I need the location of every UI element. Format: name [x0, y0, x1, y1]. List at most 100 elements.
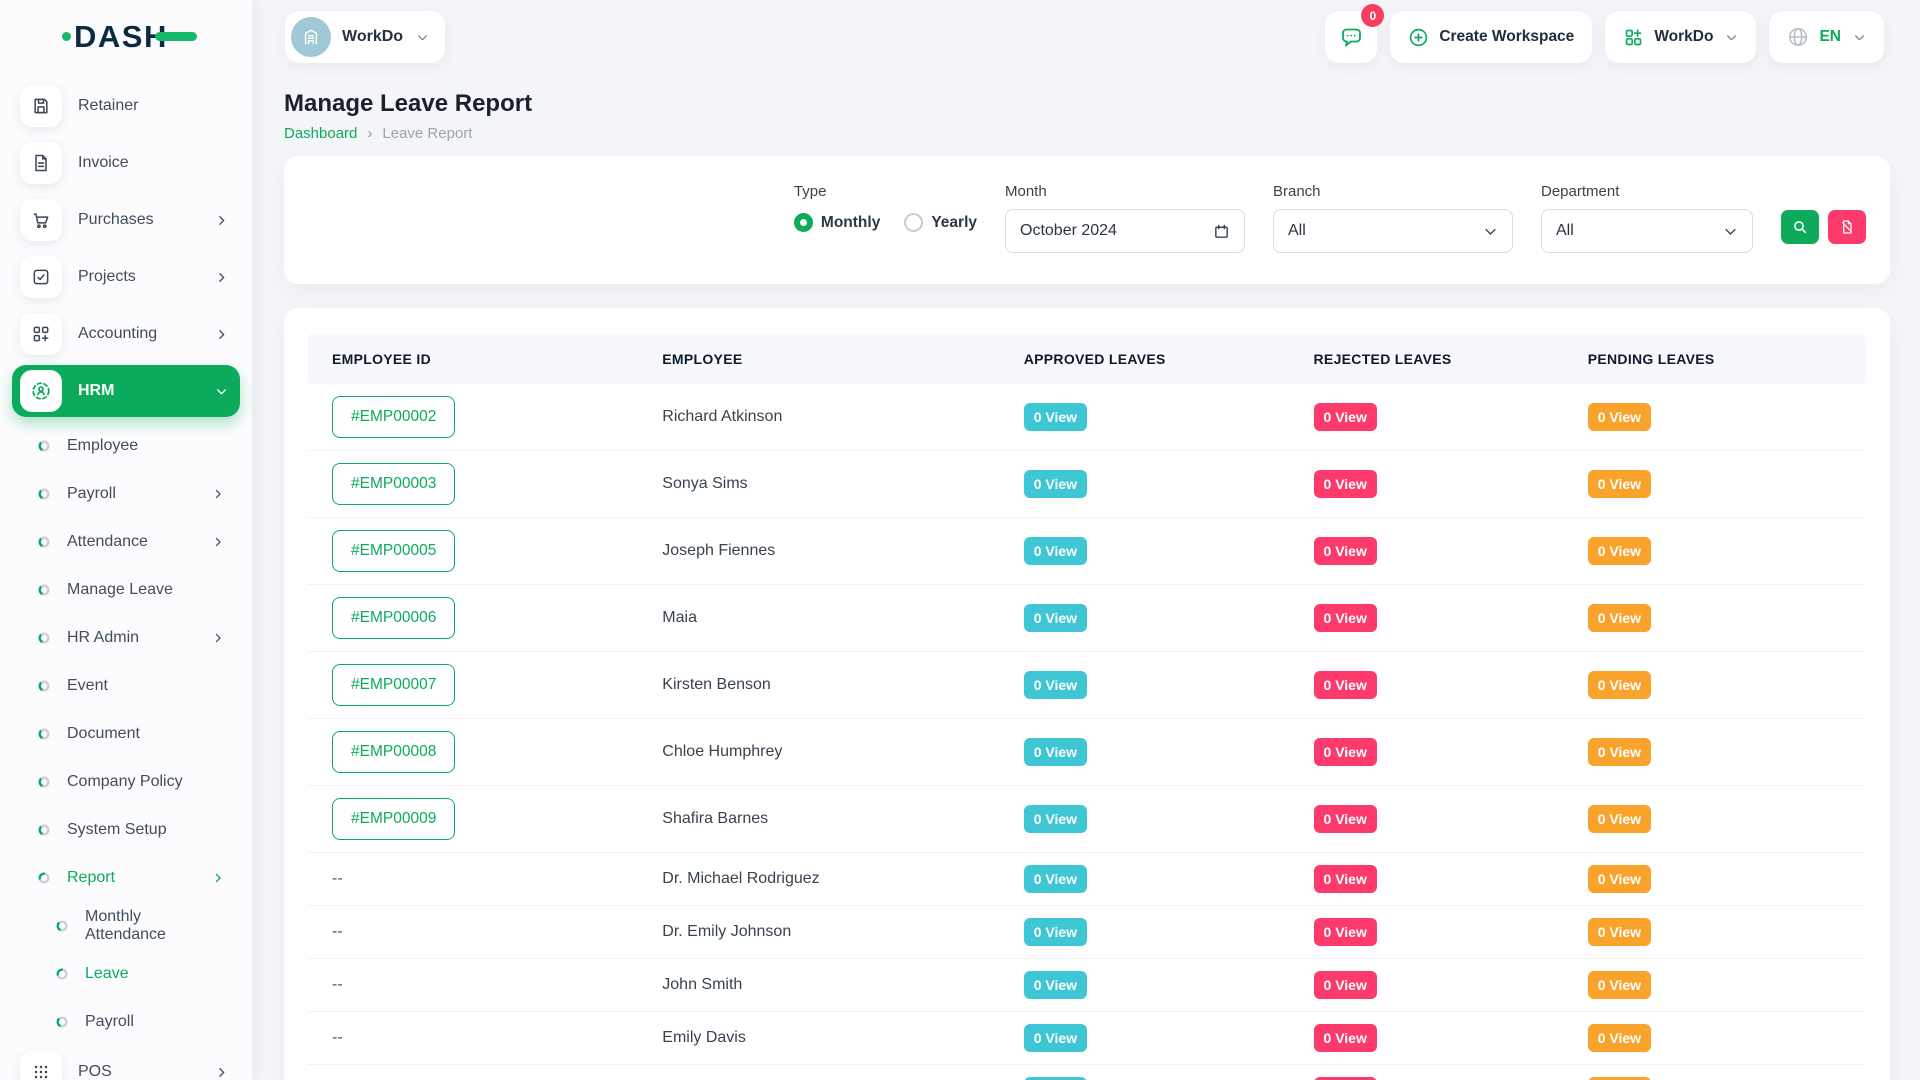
- breadcrumb-dashboard-link[interactable]: Dashboard: [284, 125, 357, 142]
- sidebar-item-report[interactable]: Report: [12, 854, 240, 902]
- workspace-chip[interactable]: WorkDo: [285, 11, 445, 63]
- approved-leaves-view-button[interactable]: 0 View: [1024, 470, 1087, 498]
- approved-leaves-view-button[interactable]: 0 View: [1024, 805, 1087, 833]
- leave-report-table-card: EMPLOYEE ID EMPLOYEE APPROVED LEAVES REJ…: [284, 308, 1890, 1080]
- sidebar-item-purchases[interactable]: Purchases: [12, 194, 240, 246]
- approved-leaves-view-button[interactable]: 0 View: [1024, 403, 1087, 431]
- sidebar-item-payroll[interactable]: Payroll: [12, 470, 240, 518]
- approved-leaves-view-button[interactable]: 0 View: [1024, 604, 1087, 632]
- rejected-leaves-view-button[interactable]: 0 View: [1314, 604, 1377, 632]
- sidebar-item-attendance[interactable]: Attendance: [12, 518, 240, 566]
- pending-leaves-view-button[interactable]: 0 View: [1588, 537, 1651, 565]
- table-row: -- James Brown 0 View 0 View 0 View: [308, 1065, 1866, 1080]
- approved-leaves-view-button[interactable]: 0 View: [1024, 865, 1087, 893]
- pending-leaves-view-button[interactable]: 0 View: [1588, 805, 1651, 833]
- approved-leaves-view-button[interactable]: 0 View: [1024, 671, 1087, 699]
- sidebar-item-document[interactable]: Document: [12, 710, 240, 758]
- reset-filter-button[interactable]: [1828, 210, 1866, 244]
- sidebar-item-hrm[interactable]: HRM: [12, 365, 240, 417]
- month-filter: Month October 2024: [1005, 183, 1245, 253]
- rejected-leaves-view-button[interactable]: 0 View: [1314, 918, 1377, 946]
- filter-panel: Type Monthly Yearly Month October 2024 B…: [284, 156, 1890, 284]
- sidebar-item-retainer[interactable]: Retainer: [12, 80, 240, 132]
- approved-leaves-view-button[interactable]: 0 View: [1024, 738, 1087, 766]
- rejected-leaves-view-button[interactable]: 0 View: [1314, 738, 1377, 766]
- department-value: All: [1556, 222, 1574, 240]
- sidebar-item-system-setup[interactable]: System Setup: [12, 806, 240, 854]
- pending-leaves-view-button[interactable]: 0 View: [1588, 971, 1651, 999]
- hrm-user-icon: [20, 370, 62, 412]
- rejected-leaves-view-button[interactable]: 0 View: [1314, 805, 1377, 833]
- sidebar-item-monthly-attendance[interactable]: Monthly Attendance: [12, 902, 240, 950]
- sidebar-item-label: Report: [67, 869, 115, 887]
- sidebar-item-employee[interactable]: Employee: [12, 422, 240, 470]
- chevron-down-icon: [215, 385, 228, 398]
- app-logo[interactable]: DASH: [0, 0, 252, 72]
- bullet-icon: [38, 632, 50, 644]
- bullet-icon: [38, 488, 50, 500]
- rejected-leaves-view-button[interactable]: 0 View: [1314, 537, 1377, 565]
- employee-id-button[interactable]: #EMP00007: [332, 664, 455, 706]
- department-select[interactable]: All: [1541, 209, 1753, 253]
- pending-leaves-view-button[interactable]: 0 View: [1588, 1024, 1651, 1052]
- bullet-icon: [38, 824, 50, 836]
- branch-select[interactable]: All: [1273, 209, 1513, 253]
- chevron-right-icon: [215, 328, 228, 341]
- employee-id-button[interactable]: #EMP00003: [332, 463, 455, 505]
- pending-leaves-view-button[interactable]: 0 View: [1588, 470, 1651, 498]
- sidebar-item-projects[interactable]: Projects: [12, 251, 240, 303]
- sidebar-item-manage-leave[interactable]: Manage Leave: [12, 566, 240, 614]
- employee-id-button[interactable]: #EMP00008: [332, 731, 455, 773]
- workspace-name: WorkDo: [342, 28, 403, 46]
- retainer-icon: [20, 85, 62, 127]
- radio-monthly[interactable]: Monthly: [794, 213, 880, 232]
- sidebar-item-pos[interactable]: POS: [12, 1046, 240, 1080]
- calendar-icon: [1213, 223, 1230, 240]
- create-workspace-button[interactable]: Create Workspace: [1390, 11, 1592, 63]
- pending-leaves-view-button[interactable]: 0 View: [1588, 671, 1651, 699]
- employee-id-button[interactable]: #EMP00002: [332, 396, 455, 438]
- rejected-leaves-view-button[interactable]: 0 View: [1314, 470, 1377, 498]
- bullet-icon: [38, 440, 50, 452]
- approved-leaves-view-button[interactable]: 0 View: [1024, 971, 1087, 999]
- workspace-switcher[interactable]: WorkDo: [1605, 11, 1756, 63]
- language-selector[interactable]: EN: [1769, 11, 1884, 63]
- rejected-leaves-view-button[interactable]: 0 View: [1314, 1024, 1377, 1052]
- search-icon: [1792, 219, 1808, 235]
- messages-button[interactable]: 0: [1325, 11, 1377, 63]
- sidebar-item-hr-admin[interactable]: HR Admin: [12, 614, 240, 662]
- sidebar-item-leave[interactable]: Leave: [12, 950, 240, 998]
- bullet-icon: [38, 536, 50, 548]
- approved-leaves-view-button[interactable]: 0 View: [1024, 1024, 1087, 1052]
- sidebar-item-label: Company Policy: [67, 773, 183, 791]
- sidebar-item-accounting[interactable]: Accounting: [12, 308, 240, 360]
- pending-leaves-view-button[interactable]: 0 View: [1588, 738, 1651, 766]
- radio-monthly-label: Monthly: [821, 214, 880, 232]
- column-header: REJECTED LEAVES: [1290, 351, 1564, 367]
- pending-leaves-view-button[interactable]: 0 View: [1588, 604, 1651, 632]
- employee-id-button[interactable]: #EMP00006: [332, 597, 455, 639]
- employee-name: Dr. Michael Rodriguez: [638, 870, 999, 888]
- sidebar-item-company-policy[interactable]: Company Policy: [12, 758, 240, 806]
- sidebar-item-invoice[interactable]: Invoice: [12, 137, 240, 189]
- employee-id-button[interactable]: #EMP00005: [332, 530, 455, 572]
- sidebar-item-payroll-report[interactable]: Payroll: [12, 998, 240, 1046]
- approved-leaves-view-button[interactable]: 0 View: [1024, 918, 1087, 946]
- rejected-leaves-view-button[interactable]: 0 View: [1314, 971, 1377, 999]
- rejected-leaves-view-button[interactable]: 0 View: [1314, 403, 1377, 431]
- sidebar-item-label: Leave: [85, 965, 129, 983]
- pending-leaves-view-button[interactable]: 0 View: [1588, 865, 1651, 893]
- pending-leaves-view-button[interactable]: 0 View: [1588, 918, 1651, 946]
- table-row: #EMP00009 Shafira Barnes 0 View 0 View 0…: [308, 786, 1866, 853]
- rejected-leaves-view-button[interactable]: 0 View: [1314, 671, 1377, 699]
- sidebar-item-event[interactable]: Event: [12, 662, 240, 710]
- month-input[interactable]: October 2024: [1005, 209, 1245, 253]
- employee-id-button[interactable]: #EMP00009: [332, 798, 455, 840]
- rejected-leaves-view-button[interactable]: 0 View: [1314, 865, 1377, 893]
- approved-leaves-view-button[interactable]: 0 View: [1024, 537, 1087, 565]
- pending-leaves-view-button[interactable]: 0 View: [1588, 403, 1651, 431]
- sidebar-item-label: Invoice: [78, 154, 129, 172]
- radio-yearly[interactable]: Yearly: [904, 213, 977, 232]
- search-button[interactable]: [1781, 210, 1819, 244]
- employee-id-empty: --: [308, 870, 638, 888]
